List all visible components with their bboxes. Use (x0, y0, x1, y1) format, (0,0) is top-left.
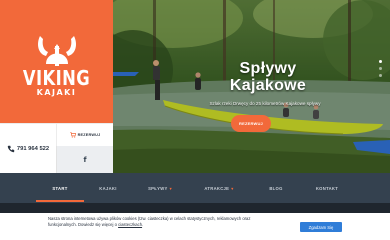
nav-label: BLOG (269, 185, 283, 191)
reserve-button[interactable]: REZERWUJ (56, 123, 113, 146)
nav-item-kontakt[interactable]: KONTAKT (302, 173, 352, 203)
logo-subtext: KAJAKI (36, 88, 77, 97)
nav-item-kajaki[interactable]: KAJAKI (84, 173, 132, 203)
facebook-link[interactable]: f (56, 146, 113, 173)
nav-label: SPŁYWY (148, 185, 168, 191)
hero-title-line2: Kajakowe (229, 77, 307, 94)
logo-text: VIKING (22, 66, 91, 90)
cookie-text: Nasza strona internetowa używa plików co… (48, 216, 251, 227)
slider-dot[interactable] (379, 67, 382, 70)
hero-subtitle: Szlak rzeki Drwęcy do 25 kilometrów Kaja… (209, 101, 321, 106)
chevron-down-icon: ▾ (231, 185, 234, 191)
cookie-policy-link[interactable]: ciasteczkach (118, 222, 142, 227)
main-nav: START KAJAKI SPŁYWY ▾ ATRAKCJE ▾ BLOG KO… (0, 173, 390, 203)
page-content-strip (0, 203, 390, 213)
phone-icon (7, 145, 15, 152)
hero-reserve-button[interactable]: REZERWUJ (231, 115, 271, 132)
logo[interactable]: VIKING KAJAKI (0, 0, 113, 123)
cookie-accept-button[interactable]: Zgadzam Się (300, 222, 342, 232)
nav-item-atrakcje[interactable]: ATRAKCJE ▾ (188, 173, 250, 203)
facebook-icon: f (83, 155, 87, 164)
nav-label: KAJAKI (99, 185, 117, 191)
nav-label: KONTAKT (315, 185, 339, 191)
hero-title-line1: Spływy (239, 60, 297, 77)
hero-title: Spływy Kajakowe (193, 60, 343, 94)
nav-item-splywy[interactable]: SPŁYWY ▾ (132, 173, 188, 203)
nav-item-blog[interactable]: BLOG (250, 173, 302, 203)
reserve-label: REZERWUJ (77, 133, 101, 137)
slider-dots (379, 60, 383, 81)
nav-active-indicator (36, 200, 84, 202)
nav-label: ATRAKCJE (204, 185, 230, 191)
phone-contact[interactable]: 791 964 522 (0, 123, 56, 173)
nav-item-start[interactable]: START (36, 173, 84, 203)
chevron-down-icon: ▾ (169, 185, 172, 191)
cart-icon (69, 132, 76, 138)
cookie-message: Nasza strona internetowa używa plików co… (48, 216, 251, 227)
nav-label: START (52, 185, 68, 191)
phone-number: 791 964 522 (16, 145, 50, 152)
slider-dot[interactable] (379, 74, 382, 77)
slider-dot[interactable] (379, 60, 382, 63)
hero-banner: Spływy Kajakowe Szlak rzeki Drwęcy do 25… (113, 0, 390, 173)
viking-helmet-icon (38, 36, 76, 66)
